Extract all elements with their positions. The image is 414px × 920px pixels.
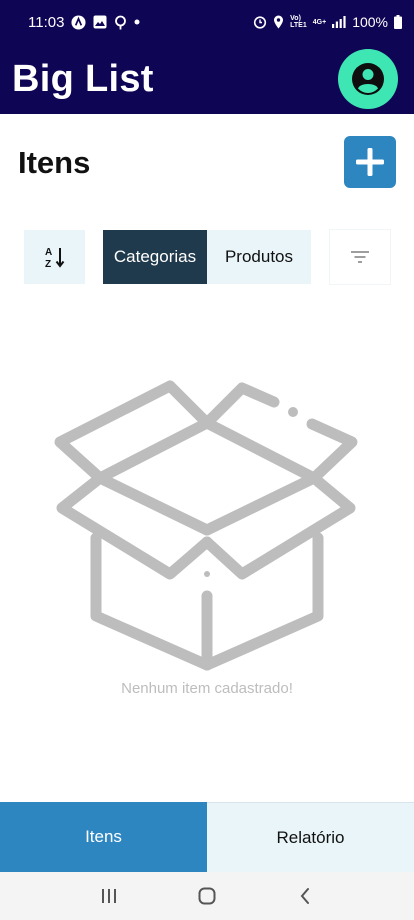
profile-button[interactable] [338, 49, 398, 109]
section-title: Itens [18, 145, 91, 180]
filter-icon [351, 251, 369, 263]
screen: 11:03 Vo) LTE1 4G+ 100% Big List Itens A… [0, 0, 414, 920]
app-header: Big List [0, 44, 414, 114]
dot-icon [134, 19, 140, 25]
empty-message: Nenhum item cadastrado! [121, 680, 293, 697]
recent-apps-button[interactable] [89, 876, 129, 916]
volte-label: Vo) LTE1 [290, 15, 307, 29]
system-nav-bar [0, 872, 414, 920]
tab-itens[interactable]: Itens [0, 802, 207, 872]
plus-icon [356, 148, 384, 176]
svg-text:Z: Z [45, 259, 51, 269]
filter-button[interactable] [330, 230, 390, 284]
battery-icon [394, 15, 402, 29]
home-icon [198, 887, 216, 905]
segment-produtos[interactable]: Produtos [207, 230, 311, 284]
app-notification-icon [71, 14, 86, 30]
home-button[interactable] [187, 876, 227, 916]
status-time: 11:03 [28, 13, 65, 31]
segment-categorias[interactable]: Categorias [103, 230, 207, 284]
back-button[interactable] [285, 876, 325, 916]
app-title: Big List [12, 57, 154, 100]
open-box-icon [54, 380, 358, 671]
gps-icon [273, 15, 284, 29]
status-bar: 11:03 Vo) LTE1 4G+ 100% [0, 0, 414, 44]
recent-apps-icon [102, 889, 116, 903]
back-icon [300, 888, 309, 904]
alarm-icon [253, 15, 267, 29]
sort-alpha-icon: A Z [45, 247, 64, 269]
network-type: 4G+ [312, 18, 327, 26]
add-item-button[interactable] [344, 136, 396, 188]
svg-text:A: A [45, 247, 52, 258]
account-circle-icon [352, 63, 384, 95]
tab-relatorio[interactable]: Relatório [207, 802, 414, 872]
battery-level: 100% [352, 14, 388, 30]
sort-button[interactable]: A Z [24, 230, 85, 284]
image-notification-icon [93, 15, 107, 29]
signal-icon [332, 16, 346, 28]
location-notification-icon [114, 15, 127, 30]
